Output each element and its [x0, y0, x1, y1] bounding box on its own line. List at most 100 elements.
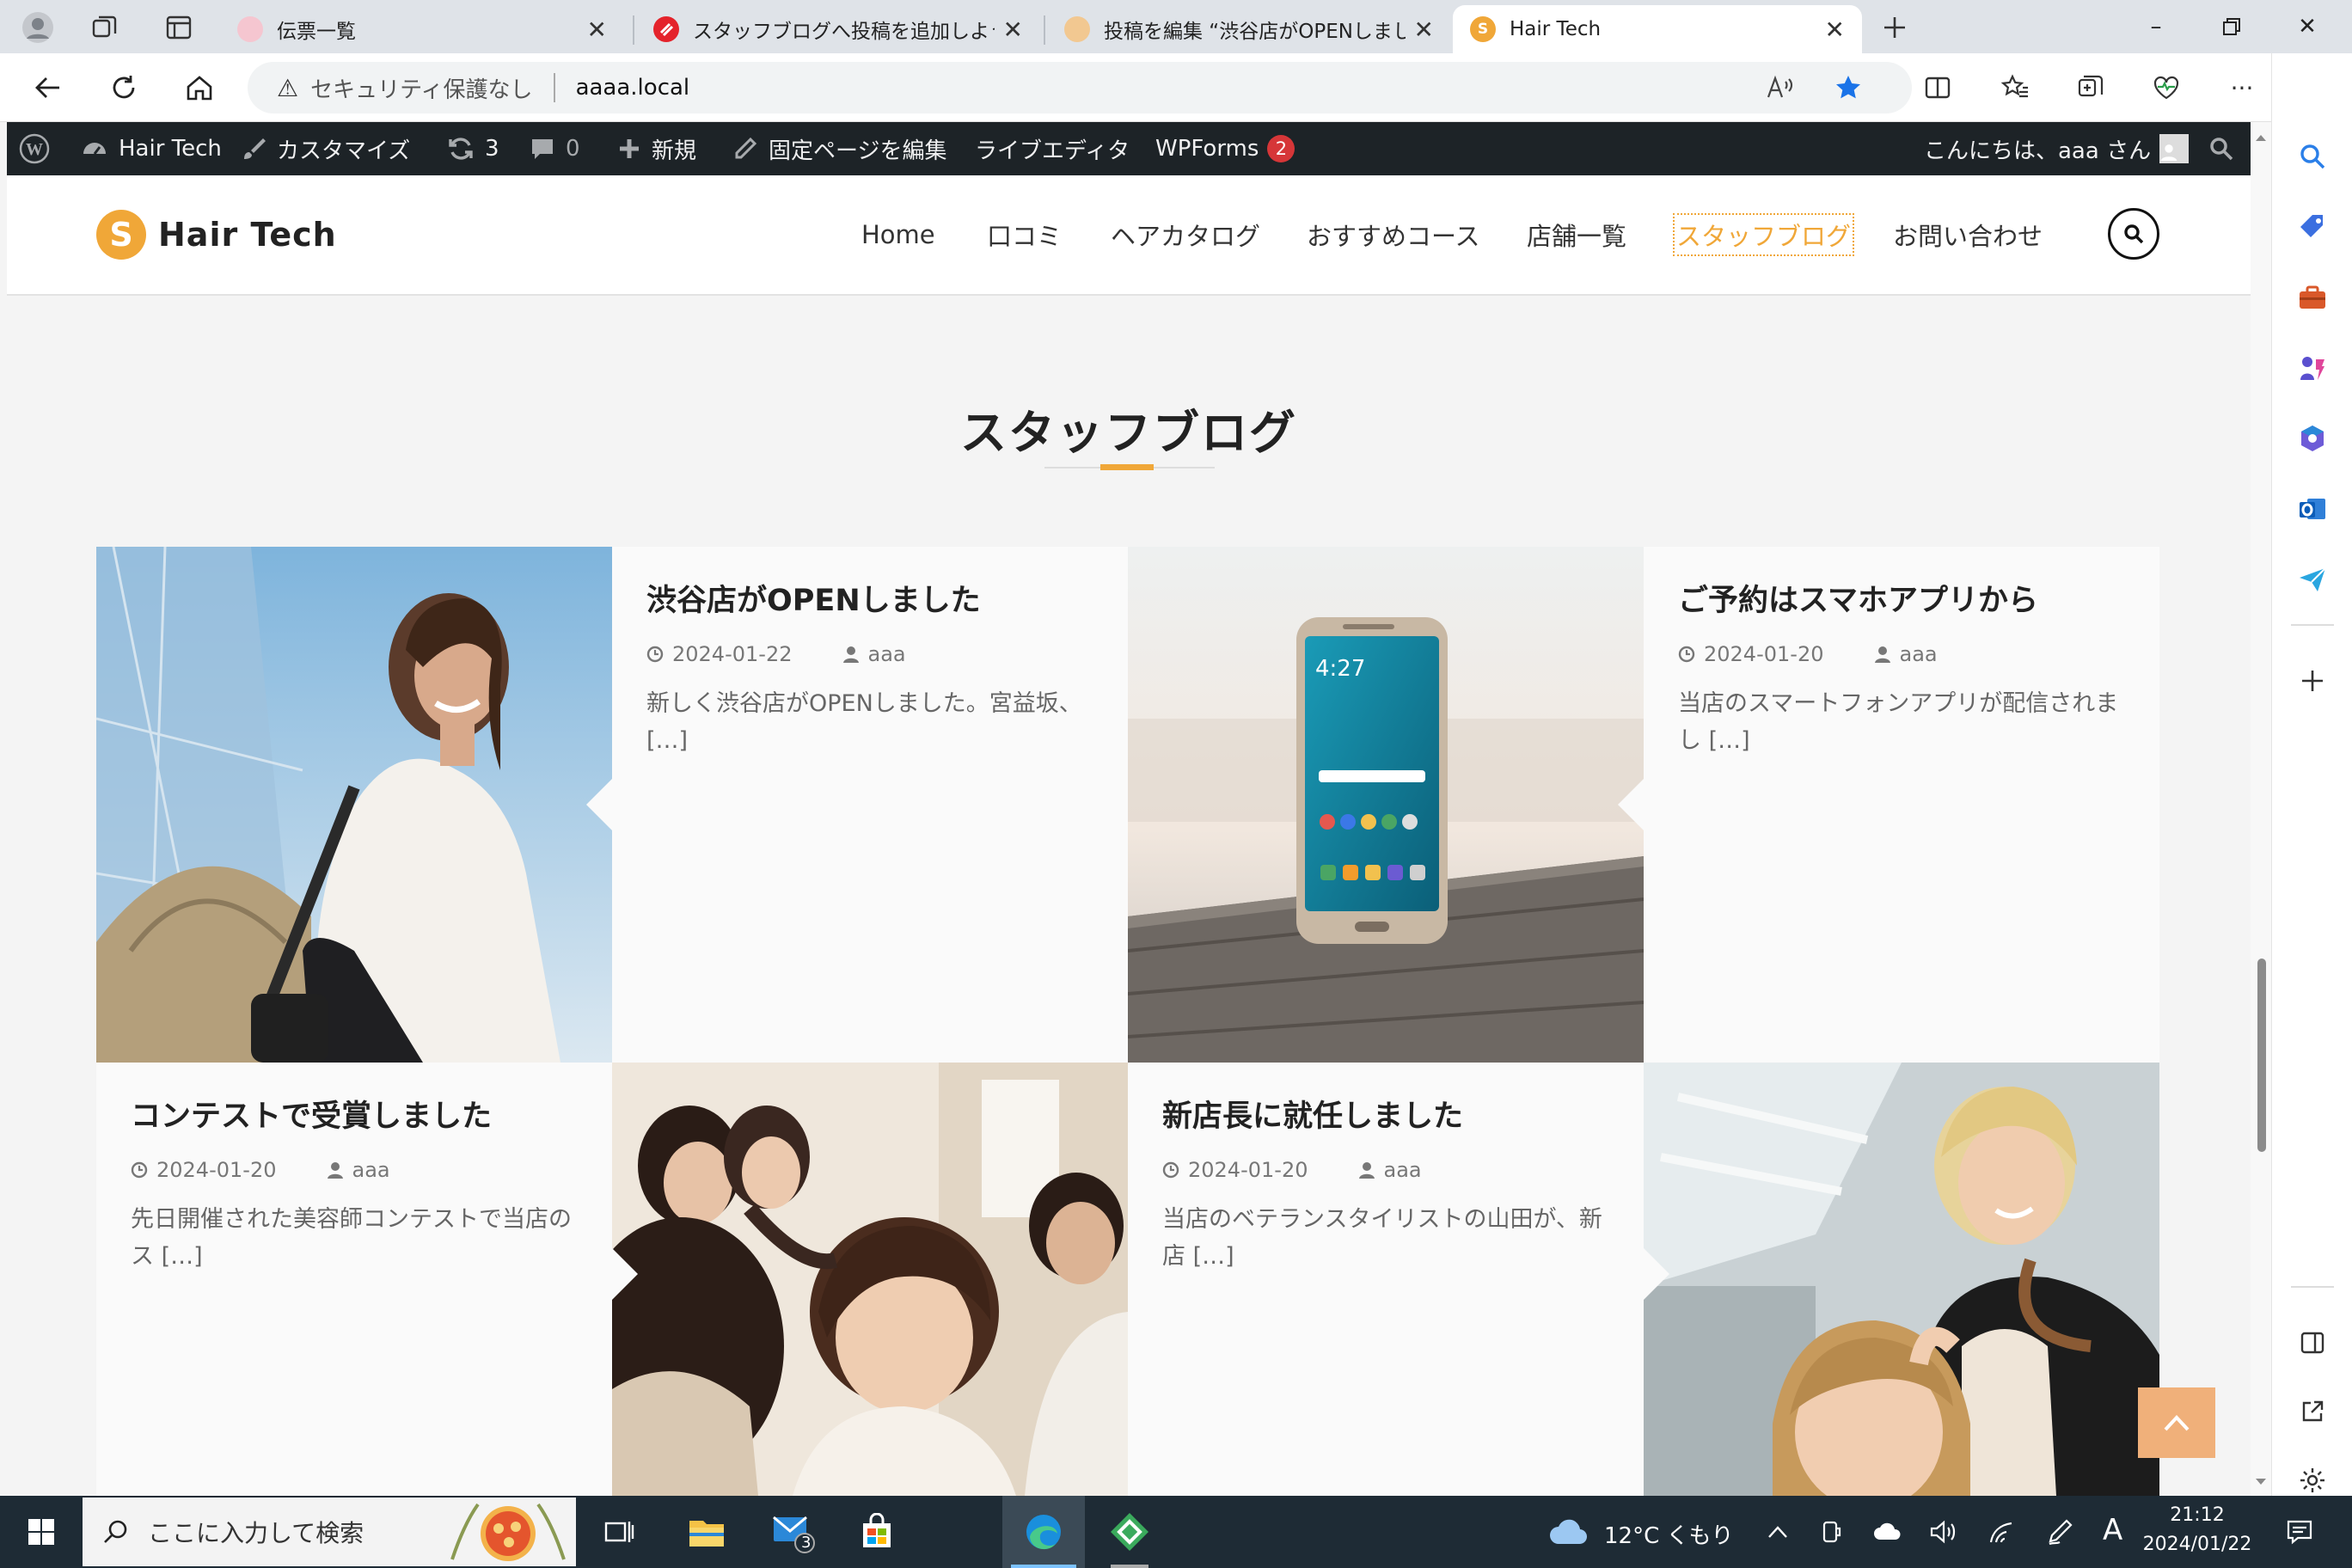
browser-tab-strip: 伝票一覧 ✕ スタッフブログへ投稿を追加しよう | ブ ✕ 投稿を編集 “渋谷店… — [0, 0, 2352, 53]
user-icon — [328, 1162, 344, 1179]
collections-icon[interactable] — [2068, 65, 2113, 110]
menu-item-home[interactable]: Home — [861, 213, 935, 256]
post-thumbnail-woman[interactable] — [96, 547, 612, 1063]
post-author[interactable]: aaa — [1875, 642, 1938, 666]
read-aloud-icon[interactable] — [1757, 65, 1802, 110]
post-card[interactable]: コンテストで受賞しました 2024-01-20 aaa 先日開催された美容師コン… — [96, 1063, 612, 1496]
clock-date[interactable]: 2024/01/22 — [2141, 1534, 2254, 1555]
sidebar-search-icon[interactable] — [2292, 136, 2333, 177]
weather-cloud-icon[interactable] — [1547, 1496, 1590, 1568]
post-card[interactable]: 渋谷店がOPENしました 2024-01-22 aaa 新しく渋谷店がOPENし… — [612, 547, 1128, 1063]
post-author[interactable]: aaa — [328, 1158, 390, 1182]
start-button[interactable] — [0, 1496, 83, 1568]
volume-icon[interactable] — [1926, 1496, 1960, 1568]
meet-now-icon[interactable] — [1814, 1496, 1848, 1568]
scroll-down-arrow-icon[interactable] — [2251, 1473, 2271, 1491]
scrollbar-thumb[interactable] — [2257, 959, 2266, 1152]
admin-search-icon[interactable] — [2208, 122, 2245, 175]
favorite-star-icon[interactable] — [1826, 65, 1871, 110]
browser-tab[interactable]: スタッフブログへ投稿を追加しよう | ブ ✕ — [636, 5, 1040, 53]
workspaces-icon[interactable] — [88, 10, 122, 45]
post-title[interactable]: コンテストで受賞しました — [131, 1092, 578, 1136]
page-scrollbar[interactable] — [2251, 122, 2271, 1496]
mail-icon[interactable]: 3 — [756, 1496, 829, 1568]
browser-tab[interactable]: 投稿を編集 “渋谷店がOPENしまし ✕ — [1047, 5, 1451, 53]
menu-item-staff-blog[interactable]: スタッフブログ — [1673, 213, 1855, 256]
address-bar[interactable]: ⚠ セキュリティ保護なし aaaa.local — [248, 62, 1912, 113]
refresh-button[interactable] — [101, 65, 146, 110]
menu-item-reviews[interactable]: 口コミ — [987, 213, 1062, 256]
tab-close-icon[interactable]: ✕ — [1825, 15, 1845, 44]
sidebar-settings-gear-icon[interactable] — [2292, 1460, 2333, 1501]
restore-button[interactable] — [2194, 0, 2269, 53]
browser-essentials-icon[interactable] — [2144, 65, 2189, 110]
back-to-top-button[interactable] — [2138, 1387, 2215, 1458]
tab-actions-icon[interactable] — [162, 10, 196, 45]
admin-edit-page[interactable]: 固定ページを編集 — [732, 122, 946, 175]
menu-item-recommended-course[interactable]: おすすめコース — [1307, 213, 1480, 256]
admin-live-editor[interactable]: ライブエディタ — [975, 122, 1130, 175]
store-icon[interactable] — [841, 1496, 913, 1568]
more-menu-icon[interactable]: ··· — [2220, 65, 2264, 110]
sidebar-games-icon[interactable] — [2292, 347, 2333, 389]
green-app-taskbar-icon[interactable] — [1093, 1496, 1166, 1568]
tray-overflow-chevron-icon[interactable] — [1761, 1496, 1795, 1568]
admin-wpforms[interactable]: WPForms 2 — [1155, 122, 1295, 175]
site-logo[interactable]: S Hair Tech — [96, 210, 337, 260]
split-screen-icon[interactable] — [1915, 65, 1960, 110]
edge-taskbar-icon[interactable] — [1002, 1496, 1085, 1568]
tab-close-icon[interactable]: ✕ — [587, 15, 607, 44]
admin-comments[interactable]: 0 — [530, 122, 580, 175]
taskbar-search-box[interactable]: ここに入力して検索 — [83, 1498, 576, 1566]
wordpress-logo-icon[interactable]: W — [19, 122, 60, 175]
profile-icon[interactable] — [21, 10, 55, 45]
browser-tab[interactable]: 伝票一覧 ✕ — [220, 5, 624, 53]
admin-site-name[interactable]: Hair Tech — [81, 122, 222, 175]
browser-tab-active[interactable]: S Hair Tech ✕ — [1453, 5, 1862, 53]
close-window-button[interactable]: ✕ — [2269, 0, 2345, 53]
minimize-button[interactable]: – — [2118, 0, 2194, 53]
post-card[interactable]: ご予約はスマホアプリから 2024-01-20 aaa 当店のスマートフォンアプ… — [1644, 547, 2159, 1063]
post-thumbnail-salon-group[interactable] — [612, 1063, 1128, 1496]
sidebar-panel-toggle-icon[interactable] — [2292, 1322, 2333, 1363]
weather-text[interactable]: 12°C くもり — [1604, 1518, 1734, 1550]
sidebar-add-icon[interactable] — [2292, 660, 2333, 701]
menu-item-stores[interactable]: 店舗一覧 — [1527, 213, 1626, 256]
admin-customize[interactable]: カスタマイズ — [241, 122, 410, 175]
admin-updates[interactable]: 3 — [447, 122, 499, 175]
menu-item-contact[interactable]: お問い合わせ — [1893, 213, 2043, 256]
file-explorer-icon[interactable] — [671, 1496, 743, 1568]
site-search-button[interactable] — [2108, 208, 2159, 260]
sidebar-tools-icon[interactable] — [2292, 277, 2333, 318]
admin-new[interactable]: 新規 — [617, 122, 696, 175]
menu-item-hair-catalog[interactable]: ヘアカタログ — [1111, 213, 1260, 256]
sidebar-shopping-icon[interactable] — [2292, 206, 2333, 248]
post-author[interactable]: aaa — [843, 642, 906, 666]
tab-close-icon[interactable]: ✕ — [1003, 15, 1023, 44]
post-title[interactable]: ご予約はスマホアプリから — [1678, 576, 2125, 620]
pen-icon[interactable] — [2043, 1496, 2077, 1568]
onedrive-icon[interactable] — [1871, 1496, 1905, 1568]
favorites-icon[interactable] — [1993, 65, 2037, 110]
new-tab-button[interactable] — [1877, 10, 1912, 45]
sidebar-open-external-icon[interactable] — [2292, 1391, 2333, 1432]
notifications-icon[interactable] — [2278, 1496, 2321, 1568]
sidebar-send-icon[interactable] — [2292, 559, 2333, 600]
post-title[interactable]: 新店長に就任しました — [1162, 1092, 1609, 1136]
sidebar-outlook-icon[interactable] — [2292, 488, 2333, 530]
tab-close-icon[interactable]: ✕ — [1414, 15, 1434, 44]
home-button[interactable] — [177, 65, 222, 110]
sidebar-microsoft365-icon[interactable] — [2292, 418, 2333, 459]
back-button[interactable] — [26, 65, 70, 110]
post-thumbnail-stylist[interactable] — [1644, 1063, 2159, 1496]
admin-account[interactable]: こんにちは、aaa さん — [1924, 122, 2190, 175]
ime-indicator[interactable]: A — [2103, 1513, 2122, 1547]
post-thumbnail-phone[interactable]: 4:27 — [1128, 547, 1644, 1063]
network-icon[interactable] — [1984, 1496, 2018, 1568]
clock-time[interactable]: 21:12 — [2154, 1504, 2240, 1526]
scroll-up-arrow-icon[interactable] — [2251, 129, 2271, 146]
post-title[interactable]: 渋谷店がOPENしました — [646, 576, 1093, 620]
task-view-icon[interactable] — [585, 1496, 653, 1568]
post-author[interactable]: aaa — [1359, 1158, 1422, 1182]
post-card[interactable]: 新店長に就任しました 2024-01-20 aaa 当店のベテランスタイリストの… — [1128, 1063, 1644, 1496]
